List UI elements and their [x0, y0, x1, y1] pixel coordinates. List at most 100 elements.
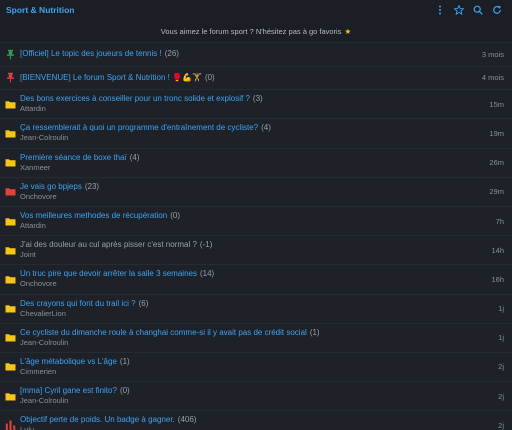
- topic-row[interactable]: Un truc pire que devoir arrêter la salle…: [0, 264, 512, 294]
- topic-author[interactable]: Onchovore: [20, 279, 452, 289]
- topic-title[interactable]: Objectif perte de poids. Un badge à gagn…: [20, 415, 175, 424]
- topic-author[interactable]: Attardin: [20, 104, 452, 114]
- topic-title-line[interactable]: [mma] Cyril gane est finito? (0): [20, 386, 452, 396]
- topic-time: 2j: [498, 362, 504, 372]
- topic-content: [Officiel] Le topic des joueurs de tenni…: [20, 49, 452, 59]
- more-vertical-icon[interactable]: [435, 5, 445, 15]
- topic-title-line[interactable]: Des bons exercices à conseiller pour un …: [20, 94, 452, 104]
- topic-reply-count: (0): [204, 72, 215, 82]
- topic-row[interactable]: Ça ressemblerait à quoi un programme d'e…: [0, 118, 512, 148]
- forum-title[interactable]: Sport & Nutrition: [6, 5, 74, 15]
- topic-time: 7h: [495, 216, 504, 226]
- topic-time: 19m: [489, 128, 504, 138]
- topic-title[interactable]: [Officiel] Le topic des joueurs de tenni…: [20, 49, 162, 58]
- topic-title[interactable]: Je vais go bpjeps: [20, 182, 82, 191]
- topic-list: [Officiel] Le topic des joueurs de tenni…: [0, 42, 512, 430]
- folder-icon: [0, 245, 20, 256]
- folder-icon: [0, 128, 20, 139]
- topic-title-line[interactable]: Objectif perte de poids. Un badge à gagn…: [20, 415, 452, 425]
- topic-title[interactable]: Vos meilleures methodes de récupération: [20, 211, 167, 220]
- banner-text: Vous aimez le forum sport ? N'hésitez pa…: [160, 27, 342, 36]
- topic-time: 14h: [491, 245, 504, 255]
- topic-title-line[interactable]: J'ai des douleur au cul après pisser c'e…: [20, 240, 452, 250]
- topic-title[interactable]: J'ai des douleur au cul après pisser c'e…: [20, 240, 197, 249]
- topic-content: J'ai des douleur au cul après pisser c'e…: [20, 240, 452, 260]
- topic-row[interactable]: L'âge métabolique vs L'âge (1) Cimmerien 2j: [0, 351, 512, 382]
- topic-time: 2j: [498, 420, 504, 430]
- topic-reply-count: (3): [252, 94, 263, 104]
- topic-row[interactable]: Des bons exercices à conseiller pour un …: [0, 89, 512, 119]
- folder-icon: [0, 99, 20, 110]
- topic-author[interactable]: Attardin: [20, 221, 452, 231]
- star-emoji-icon: ★: [344, 27, 352, 36]
- topic-title-line[interactable]: Ça ressemblerait à quoi un programme d'e…: [20, 123, 452, 133]
- topic-content: [BIENVENUE] Le forum Sport & Nutrition !…: [20, 73, 452, 83]
- topic-row[interactable]: [BIENVENUE] Le forum Sport & Nutrition !…: [0, 65, 512, 90]
- topic-title[interactable]: Ce cycliste du dimanche roule à changhai…: [20, 328, 307, 337]
- topic-content: [mma] Cyril gane est finito? (0) Jean-Colr…: [20, 386, 452, 406]
- topic-row[interactable]: Ce cycliste du dimanche roule à changhai…: [0, 322, 512, 352]
- topic-author[interactable]: Joint: [20, 250, 452, 260]
- topic-author[interactable]: Lulu: [20, 425, 452, 430]
- poll-icon: [0, 420, 20, 430]
- topic-content: Vos meilleures methodes de récupération(…: [20, 211, 452, 231]
- topic-title[interactable]: [BIENVENUE] Le forum Sport & Nutrition !…: [20, 73, 202, 82]
- topic-row[interactable]: [Officiel] Le topic des joueurs de tenni…: [0, 42, 512, 66]
- topic-title[interactable]: Des bons exercices à conseiller pour un …: [20, 94, 250, 103]
- folder-icon: [0, 361, 20, 372]
- topic-author[interactable]: ChevalierLion: [20, 309, 452, 319]
- topic-title-line[interactable]: Un truc pire que devoir arrêter la salle…: [20, 269, 452, 279]
- topic-time: 3 mois: [481, 49, 504, 59]
- topic-title[interactable]: Des crayons qui font du trail ici ?: [20, 299, 136, 308]
- topic-reply-count: (26): [164, 49, 179, 59]
- topic-content: Un truc pire que devoir arrêter la salle…: [20, 269, 452, 289]
- topic-title[interactable]: Un truc pire que devoir arrêter la salle…: [20, 269, 197, 278]
- topic-row[interactable]: Première séance de boxe thaï (4) Xanmeer 26…: [0, 147, 512, 177]
- topic-reply-count: (4): [129, 152, 140, 162]
- topic-time: 26m: [489, 158, 504, 168]
- topic-reply-count: (406): [177, 415, 197, 425]
- topic-time: 29m: [489, 187, 504, 197]
- topic-time: 1j: [498, 304, 504, 314]
- topic-title[interactable]: L'âge métabolique vs L'âge: [20, 357, 117, 366]
- refresh-icon[interactable]: [492, 5, 502, 15]
- topic-author[interactable]: Onchovore: [20, 192, 452, 202]
- topic-title[interactable]: [mma] Cyril gane est finito?: [20, 386, 117, 395]
- topic-title-line[interactable]: Vos meilleures methodes de récupération(…: [20, 211, 452, 221]
- topic-title[interactable]: Ça ressemblerait à quoi un programme d'e…: [20, 123, 258, 132]
- folder-icon: [0, 332, 20, 343]
- topic-row[interactable]: Des crayons qui font du trail ici ? (6) Ch…: [0, 293, 512, 323]
- topic-author[interactable]: Jean-Colroulin: [20, 338, 452, 348]
- topic-reply-count: (6): [138, 298, 149, 308]
- topic-author[interactable]: Jean-Colroulin: [20, 396, 452, 406]
- topic-time: 4 mois: [481, 73, 504, 83]
- folder-icon: [0, 216, 20, 227]
- topic-title-line[interactable]: L'âge métabolique vs L'âge (1): [20, 357, 452, 367]
- search-icon[interactable]: [473, 5, 483, 15]
- topic-title-line[interactable]: [BIENVENUE] Le forum Sport & Nutrition !…: [20, 73, 452, 83]
- topic-row[interactable]: [mma] Cyril gane est finito? (0) Jean-Colr…: [0, 381, 512, 411]
- topic-title-line[interactable]: Je vais go bpjeps (23): [20, 182, 452, 192]
- star-icon[interactable]: [454, 5, 464, 15]
- topic-reply-count: (4): [261, 123, 271, 133]
- pin-red-icon: [0, 72, 20, 83]
- topic-row[interactable]: Vos meilleures methodes de récupération(…: [0, 205, 512, 236]
- topic-author[interactable]: Cimmerien: [20, 367, 452, 377]
- topic-content: Première séance de boxe thaï (4) Xanmeer: [20, 153, 452, 173]
- folder-red-icon: [0, 186, 20, 197]
- topic-author[interactable]: Jean-Colroulin: [20, 133, 452, 143]
- topic-title-line[interactable]: Première séance de boxe thaï (4): [20, 153, 452, 163]
- topic-title[interactable]: Première séance de boxe thaï: [20, 153, 127, 162]
- topic-title-line[interactable]: [Officiel] Le topic des joueurs de tenni…: [20, 49, 452, 59]
- topic-title-line[interactable]: Des crayons qui font du trail ici ? (6): [20, 299, 452, 309]
- topic-content: Des crayons qui font du trail ici ? (6) Ch…: [20, 299, 452, 319]
- pin-green-icon: [0, 49, 20, 60]
- topic-author[interactable]: Xanmeer: [20, 163, 452, 173]
- topic-row[interactable]: J'ai des douleur au cul après pisser c'e…: [0, 235, 512, 265]
- folder-icon: [0, 274, 20, 285]
- topic-row[interactable]: Je vais go bpjeps (23) Onchovore 29m: [0, 176, 512, 206]
- topic-content: Je vais go bpjeps (23) Onchovore: [20, 182, 452, 202]
- topic-title-line[interactable]: Ce cycliste du dimanche roule à changhai…: [20, 328, 452, 338]
- topic-content: Ce cycliste du dimanche roule à changhai…: [20, 328, 452, 348]
- topic-row[interactable]: Objectif perte de poids. Un badge à gagn…: [0, 410, 512, 430]
